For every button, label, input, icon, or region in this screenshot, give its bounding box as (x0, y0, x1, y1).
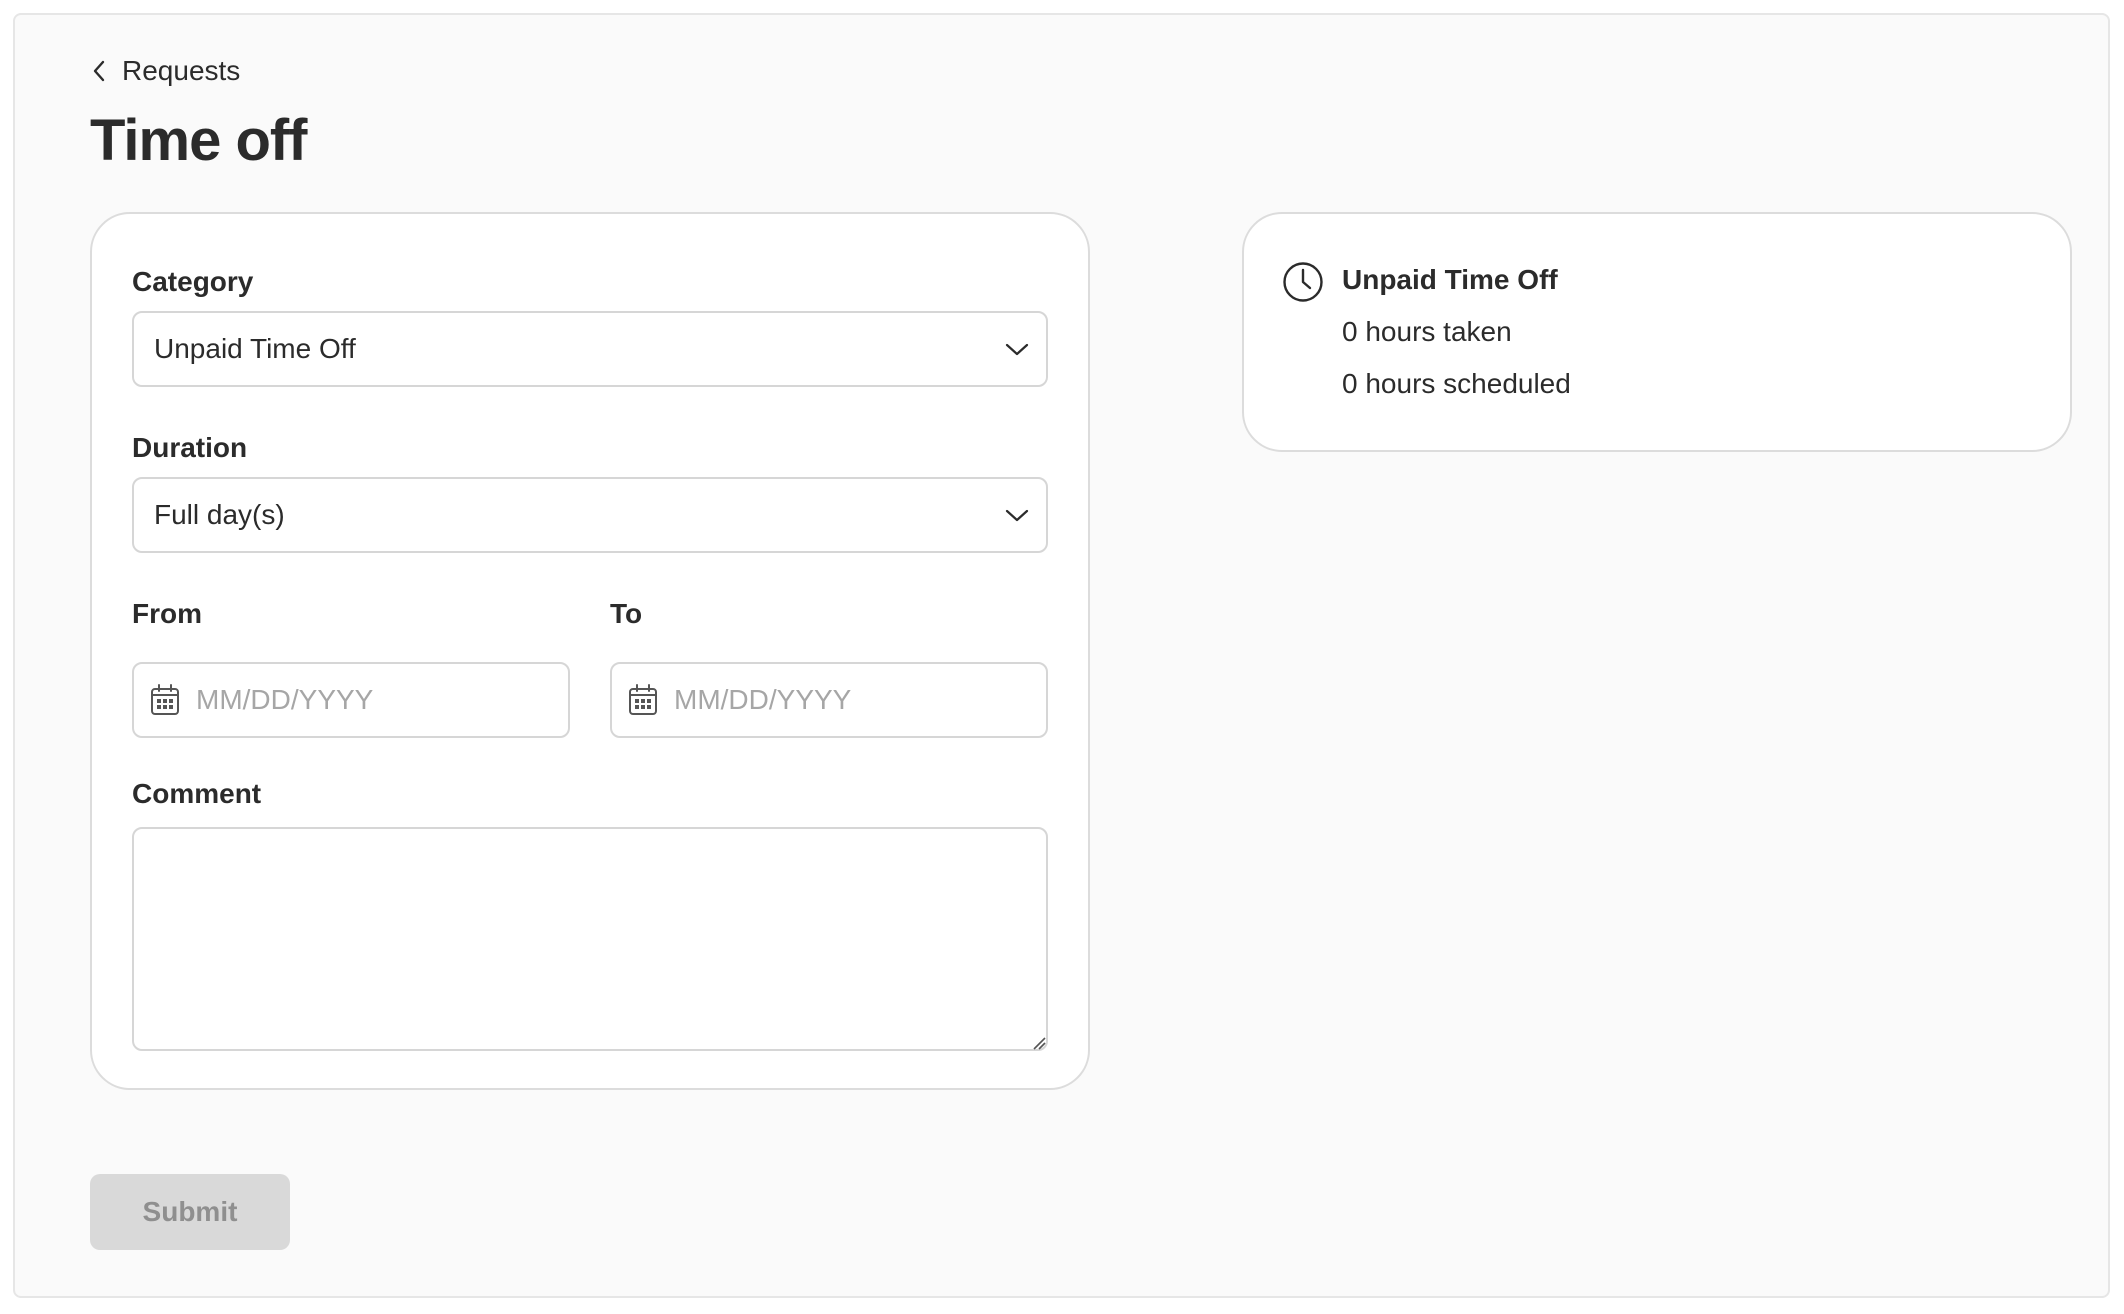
duration-label: Duration (132, 432, 248, 463)
to-label: To (610, 598, 643, 629)
clock-icon (1283, 262, 1323, 302)
back-to-requests-link[interactable]: Requests (92, 55, 240, 87)
to-date-input[interactable] (674, 684, 1014, 716)
chevron-down-icon (1005, 509, 1029, 522)
page-frame: Requests Time off Category Unpaid Time O… (13, 13, 2110, 1298)
balance-summary-card: Unpaid Time Off 0 hours taken 0 hours sc… (1242, 212, 2072, 452)
calendar-icon (629, 684, 657, 715)
page-title: Time off (90, 108, 307, 173)
hours-scheduled-text: 0 hours scheduled (1342, 368, 1571, 399)
from-label: From (132, 598, 202, 629)
resize-handle-icon[interactable] (1032, 1036, 1046, 1050)
chevron-down-icon (1005, 343, 1029, 356)
calendar-icon (151, 684, 179, 715)
from-date-field[interactable] (132, 662, 570, 738)
category-select[interactable]: Unpaid Time Off (132, 311, 1048, 387)
hours-taken-text: 0 hours taken (1342, 316, 1512, 347)
request-form-card: Category Unpaid Time Off Duration Full d… (90, 212, 1090, 1090)
chevron-left-icon (93, 60, 105, 82)
summary-category-title: Unpaid Time Off (1342, 264, 1558, 295)
category-label: Category (132, 266, 254, 297)
to-date-field[interactable] (610, 662, 1048, 738)
submit-button[interactable]: Submit (90, 1174, 290, 1250)
category-selected-value: Unpaid Time Off (154, 333, 356, 364)
duration-select[interactable]: Full day(s) (132, 477, 1048, 553)
from-date-input[interactable] (196, 684, 536, 716)
duration-selected-value: Full day(s) (154, 499, 285, 530)
back-link-label: Requests (122, 55, 241, 86)
comment-textarea[interactable] (132, 827, 1048, 1051)
comment-label: Comment (132, 778, 262, 809)
